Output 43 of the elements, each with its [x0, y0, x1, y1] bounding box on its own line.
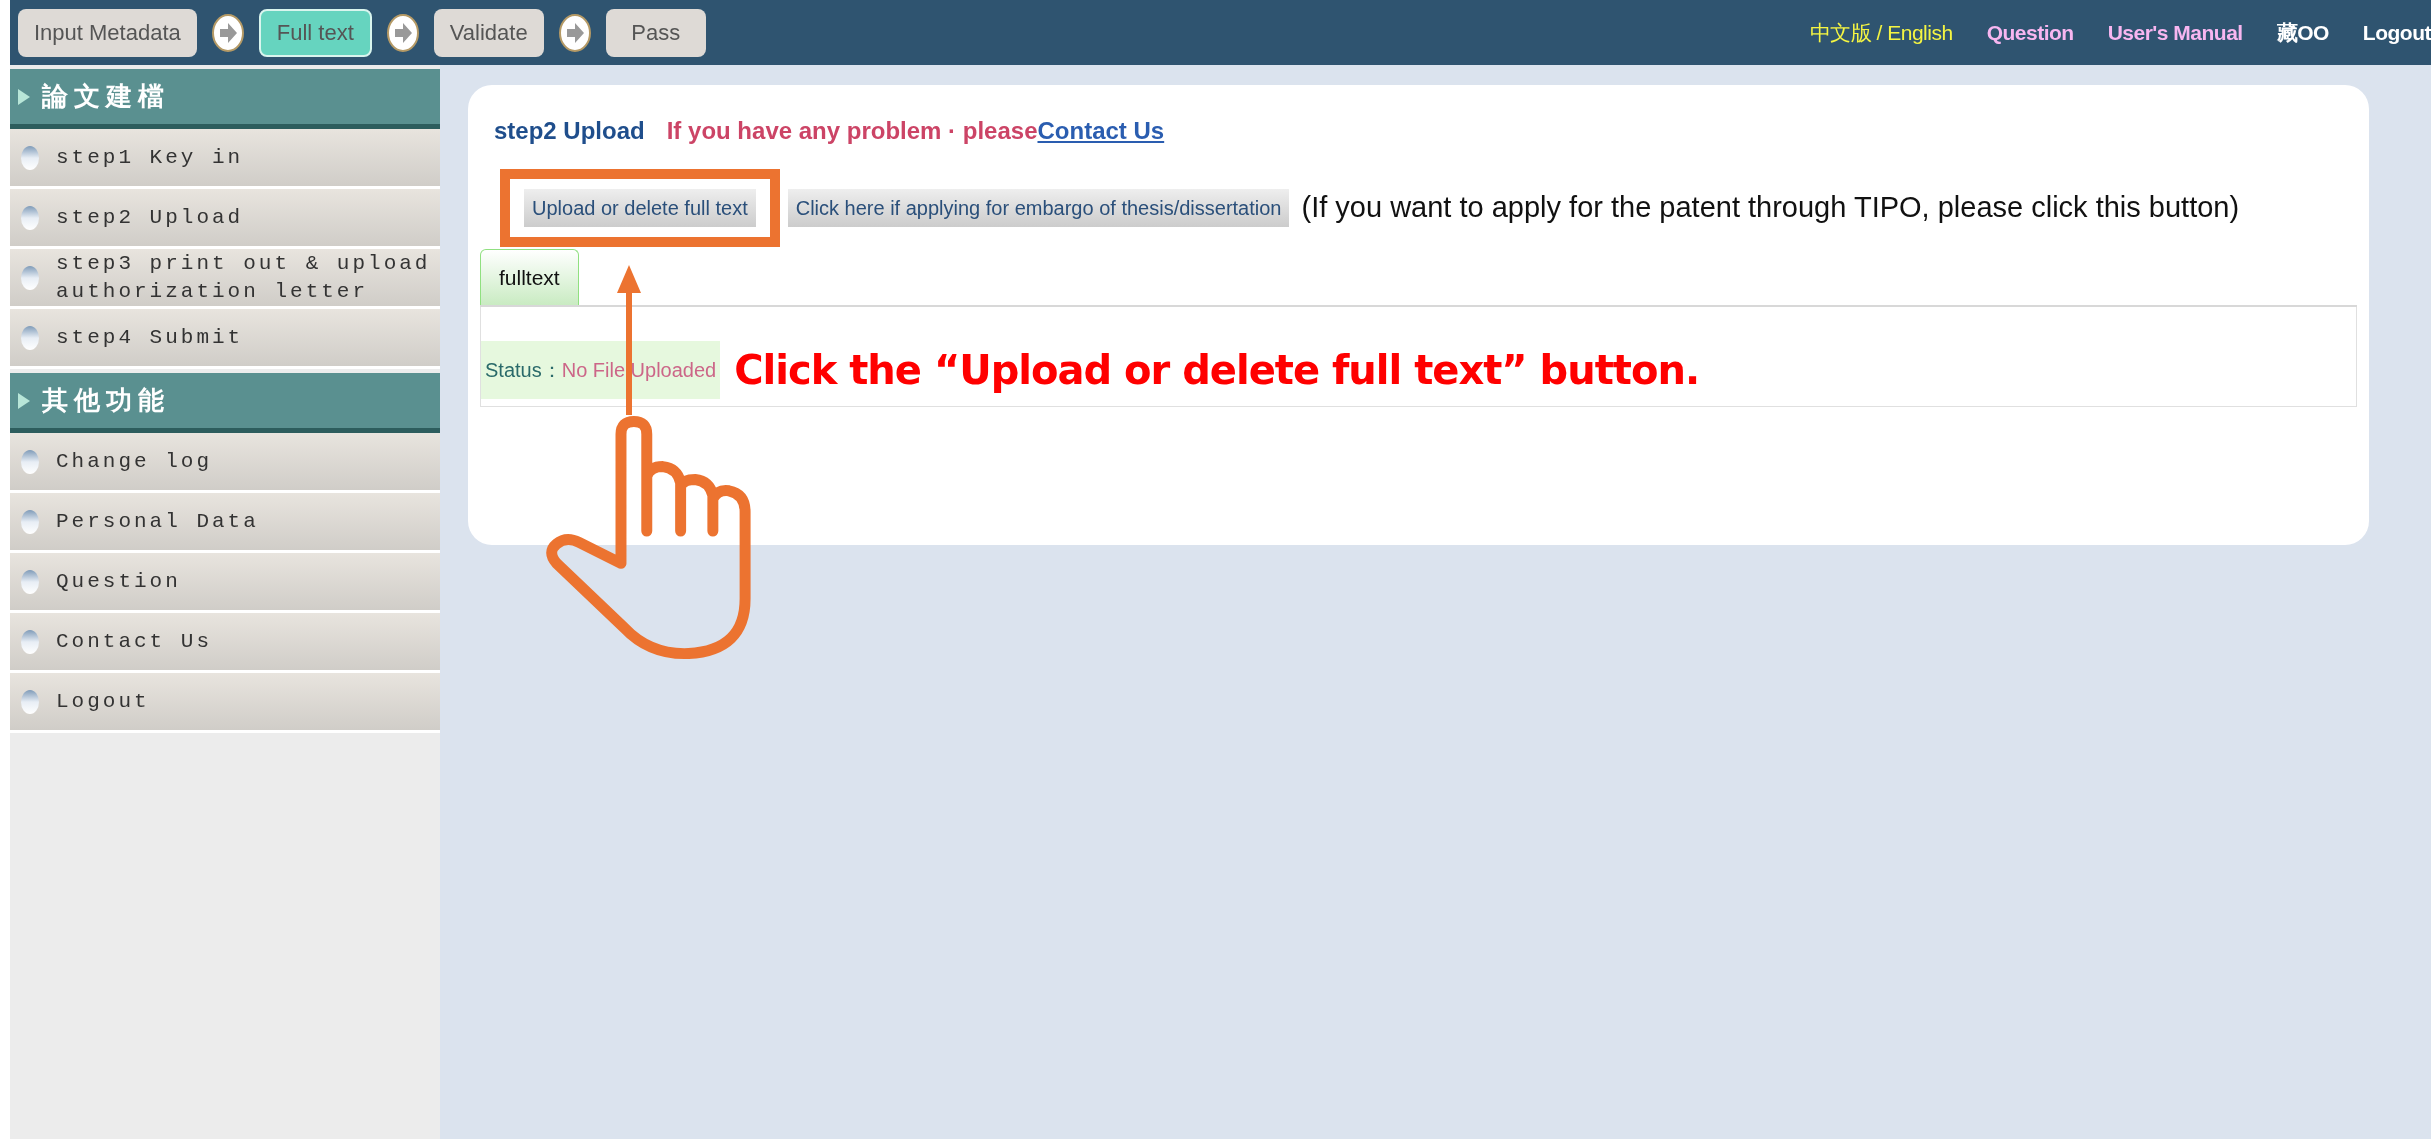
sidebar-item[interactable]: Personal Data [10, 493, 440, 553]
bullet-icon [20, 508, 40, 535]
arrow-right-icon [385, 12, 420, 53]
sidebar-item[interactable]: step4 Submit [10, 309, 440, 369]
section-title: 其他功能 [42, 384, 170, 417]
bullet-icon [20, 264, 40, 291]
step-button[interactable]: Pass [605, 8, 706, 57]
bullet-icon [20, 628, 40, 655]
upload-button[interactable]: Upload or delete full text [524, 189, 756, 227]
step-button[interactable]: Validate [433, 8, 544, 57]
help-text: If you have any problem · pleaseContact Us [666, 116, 1165, 146]
status-text: Status：No File Uploaded [481, 341, 721, 399]
patent-note: (If you want to apply for the patent through TIPO, please click this button) [1301, 190, 2240, 226]
step-button[interactable]: Full text [258, 8, 372, 57]
bullet-icon [20, 688, 40, 715]
user-link[interactable]: 藏OO [2276, 16, 2329, 49]
callout-text: Click the “Upload or delete full text” button. [734, 346, 1700, 395]
sidebar-item[interactable]: Contact Us [10, 613, 440, 673]
step-button[interactable]: Input Metadata [18, 8, 197, 57]
triangle-icon [16, 390, 32, 411]
bullet-icon [20, 204, 40, 231]
sidebar-item[interactable]: Logout [10, 673, 440, 733]
top-link[interactable]: User's Manual [2107, 16, 2243, 49]
top-link[interactable]: 中文版 / English [1809, 16, 1953, 49]
arrow-right-icon [210, 12, 245, 53]
triangle-icon [16, 86, 32, 107]
sidebar-item[interactable]: Change log [10, 433, 440, 493]
sidebar-item[interactable]: step2 Upload [10, 189, 440, 249]
step-title: step2 Upload [494, 116, 645, 146]
embargo-button[interactable]: Click here if applying for embargo of thesis/dissertation [787, 189, 1290, 227]
bullet-icon [20, 324, 40, 351]
contact-link[interactable]: Contact Us [1037, 117, 1165, 144]
sidebar-item[interactable]: step1 Key in [10, 129, 440, 189]
sidebar-item[interactable]: step3 print out & upload authorization letter [10, 249, 440, 309]
sidebar-item[interactable]: Question [10, 553, 440, 613]
top-link[interactable]: Question [1986, 16, 2074, 49]
section-title: 論文建檔 [42, 80, 170, 113]
bullet-icon [20, 448, 40, 475]
bullet-icon [20, 568, 40, 595]
top-link[interactable]: Logout [2362, 16, 2431, 49]
arrow-right-icon [557, 12, 592, 53]
bullet-icon [20, 144, 40, 171]
tab[interactable]: fulltext [480, 249, 579, 305]
